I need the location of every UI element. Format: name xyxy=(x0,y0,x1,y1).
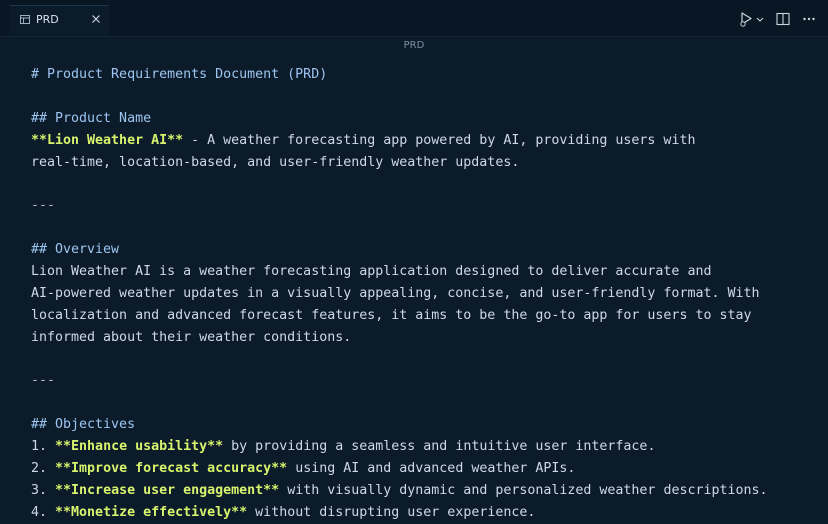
run-icon[interactable] xyxy=(739,11,755,27)
markdown-editor[interactable]: # Product Requirements Document (PRD) ##… xyxy=(31,64,828,524)
editor-actions xyxy=(739,10,816,28)
product-name-heading: ## Product Name xyxy=(31,110,152,126)
objectives-heading: ## Objectives xyxy=(31,417,136,433)
objective-number: 1. xyxy=(31,439,56,455)
overview-line: informed about their weather conditions. xyxy=(31,329,352,345)
objective-item: 4. **Monetize effectively** without disr… xyxy=(31,502,828,524)
objective-text: by providing a seamless and intuitive us… xyxy=(223,439,656,455)
tab-label: PRD xyxy=(36,13,59,26)
objective-bold: **Enhance usability** xyxy=(55,439,224,455)
product-name-text: - A weather forecasting app powered by A… xyxy=(183,132,696,148)
horizontal-rule: --- xyxy=(31,198,56,214)
overview-line: localization and advanced forecast featu… xyxy=(31,307,752,323)
tab-bar: PRD xyxy=(0,0,828,37)
objective-bold: **Improve forecast accuracy** xyxy=(55,461,288,477)
objective-item: 1. **Enhance usability** by providing a … xyxy=(31,436,828,458)
chevron-down-icon[interactable] xyxy=(756,11,764,27)
horizontal-rule: --- xyxy=(31,373,56,389)
product-name-bold: **Lion Weather AI** xyxy=(31,132,184,148)
overview-heading: ## Overview xyxy=(31,242,120,258)
tab-prd[interactable]: PRD xyxy=(10,5,109,35)
objective-bold: **Monetize effectively** xyxy=(55,504,248,520)
split-editor-icon[interactable] xyxy=(776,12,790,26)
objective-item: 3. **Increase user engagement** with vis… xyxy=(31,480,828,502)
close-icon[interactable] xyxy=(91,14,101,24)
product-name-line-1: **Lion Weather AI** - A weather forecast… xyxy=(31,130,828,152)
objective-number: 2. xyxy=(31,461,56,477)
product-name-line-2: real-time, location-based, and user-frie… xyxy=(31,154,520,170)
more-actions-icon[interactable] xyxy=(802,12,816,26)
objective-bold: **Increase user engagement** xyxy=(55,482,280,498)
file-preview-icon xyxy=(20,15,30,24)
objective-number: 4. xyxy=(31,504,56,520)
objective-text: with visually dynamic and personalized w… xyxy=(279,482,768,498)
objective-text: using AI and advanced weather APIs. xyxy=(287,461,576,477)
title-heading: # Product Requirements Document (PRD) xyxy=(31,67,328,82)
overview-line: Lion Weather AI is a weather forecasting… xyxy=(31,264,712,280)
editor-window: PRD PRD # Product Requirements Document … xyxy=(0,0,828,524)
objective-number: 3. xyxy=(31,482,56,498)
overview-line: AI-powered weather updates in a visually… xyxy=(31,285,760,301)
breadcrumb[interactable]: PRD xyxy=(0,40,828,51)
objective-text: without disrupting user experience. xyxy=(247,504,536,520)
objective-item: 2. **Improve forecast accuracy** using A… xyxy=(31,458,828,480)
